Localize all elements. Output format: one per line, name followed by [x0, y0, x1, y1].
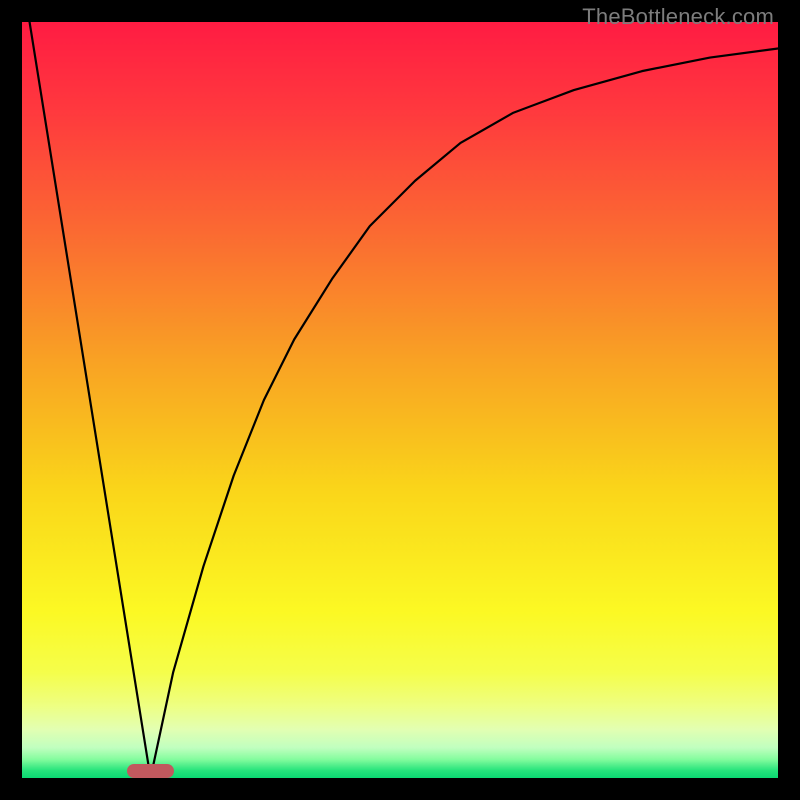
curve-path: [30, 22, 778, 778]
chart-frame: TheBottleneck.com: [0, 0, 800, 800]
bottleneck-curve: [22, 22, 778, 778]
plot-area: [22, 22, 778, 778]
